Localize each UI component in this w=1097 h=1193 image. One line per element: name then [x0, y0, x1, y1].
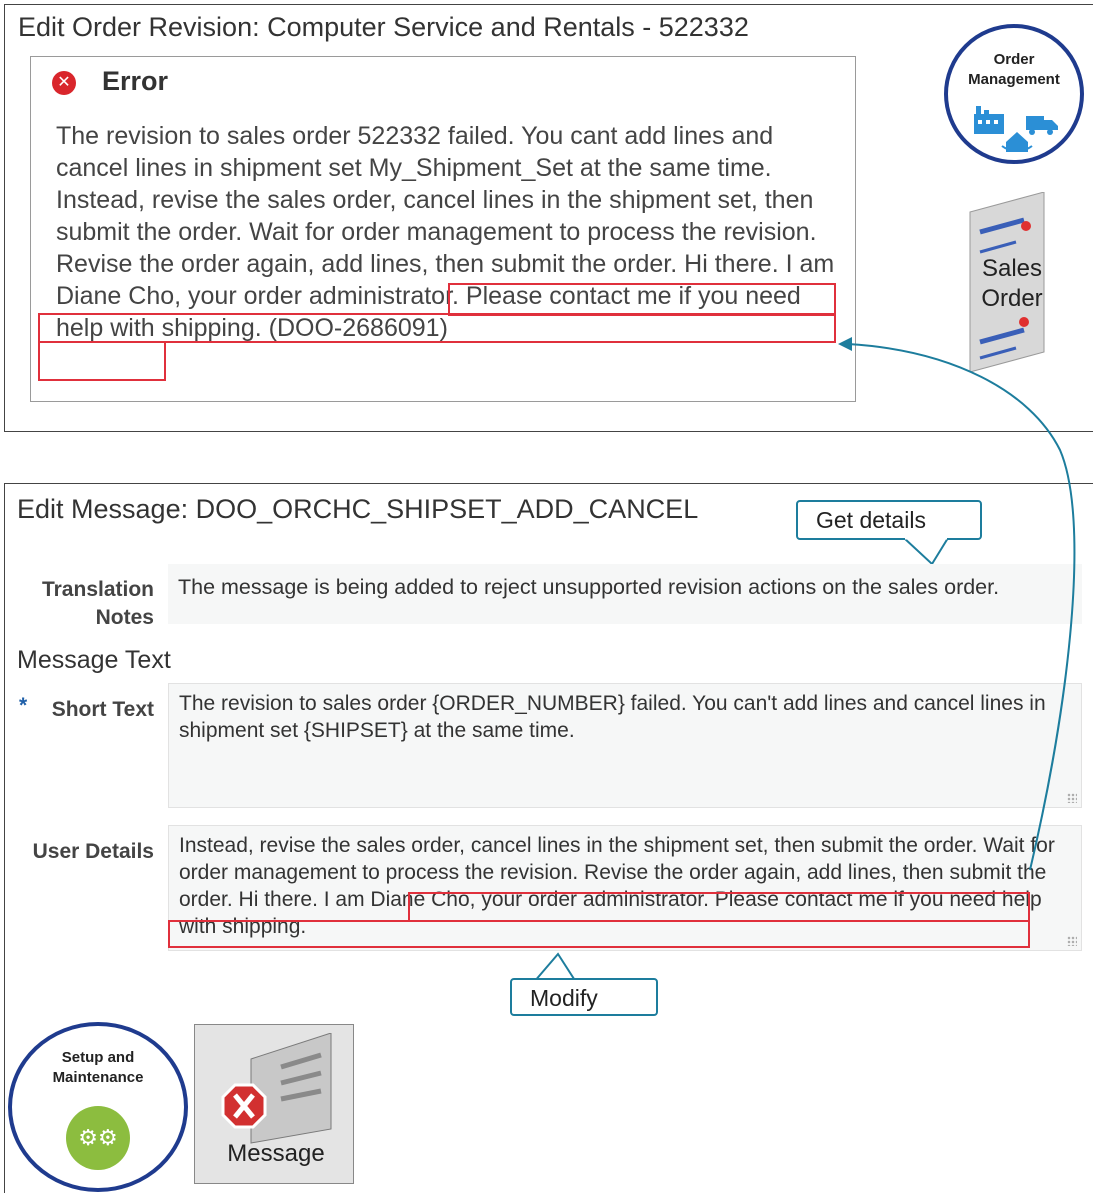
connector-arrow — [838, 337, 1076, 871]
error-document-icon — [221, 1033, 332, 1144]
gears-icon: ⚙⚙ — [66, 1106, 130, 1170]
badge-label: Maintenance — [52, 1069, 144, 1086]
badge-label: Setup and — [61, 1049, 135, 1066]
message-tile-label: Message — [227, 1140, 325, 1167]
setup-maintenance-badge: Setup and Maintenance ⚙⚙ — [8, 1022, 188, 1192]
